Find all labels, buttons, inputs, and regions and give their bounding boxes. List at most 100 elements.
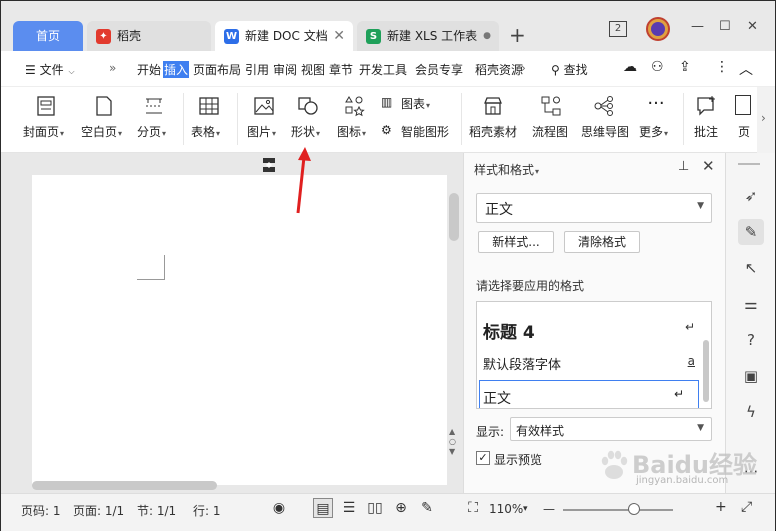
style-list-scrollbar[interactable]	[703, 340, 709, 402]
page-gap-toggle-icon[interactable]	[261, 157, 277, 173]
sliders-icon[interactable]: ⚌	[738, 291, 764, 317]
list-item-selected[interactable]: 正文 ↵	[479, 380, 699, 408]
close-window-icon[interactable]: ✕	[747, 19, 758, 34]
avatar[interactable]	[646, 17, 670, 41]
help-icon[interactable]: ?	[738, 327, 764, 353]
tab-daoke[interactable]: ✦ 稻壳	[87, 21, 211, 51]
list-item[interactable]: 默认段落字体	[483, 354, 561, 373]
zoom-out-icon[interactable]: —	[543, 502, 555, 516]
flowchart-icon	[541, 96, 561, 116]
zoom-slider-thumb[interactable]	[628, 503, 640, 515]
paragraph-mark-icon: ↵	[673, 387, 684, 401]
store-icon	[484, 97, 502, 115]
chevron-down-icon: ▼	[697, 423, 704, 433]
vertical-scrollbar[interactable]	[449, 193, 459, 241]
new-tab-button[interactable]: +	[509, 23, 526, 47]
status-page-code[interactable]: 页码: 1	[21, 502, 61, 519]
chevron-down-icon: ▼	[697, 201, 704, 211]
write-view-icon[interactable]: ✎	[417, 498, 437, 518]
menu-item-layout[interactable]: 页面布局	[193, 61, 241, 78]
comment-label: 批注	[694, 125, 719, 139]
blank-page-label: 空白页▾	[81, 125, 123, 139]
new-style-button[interactable]: 新样式...	[478, 231, 554, 253]
app-window: 首页 ✦ 稻壳 W 新建 DOC 文档 ✕ S 新建 XLS 工作表 ● + 2…	[0, 0, 776, 531]
tab-doc[interactable]: W 新建 DOC 文档 ✕	[215, 21, 353, 51]
file-menu-label: 文件	[39, 63, 64, 77]
menu-item-daoke-res[interactable]: 稻壳资源	[475, 61, 523, 78]
zoom-slider[interactable]	[563, 509, 673, 511]
user-add-icon[interactable]: ⚇	[651, 59, 664, 75]
tab-bar: 首页 ✦ 稻壳 W 新建 DOC 文档 ✕ S 新建 XLS 工作表 ● + 2…	[1, 1, 775, 51]
chevron-right-icon[interactable]: ›	[521, 61, 526, 75]
menu-item-insert[interactable]: 插入	[163, 61, 190, 78]
page-break-icon	[146, 98, 162, 114]
eye-icon[interactable]: ◉	[269, 498, 289, 518]
collapse-ribbon-icon[interactable]: ︿	[739, 59, 753, 79]
chevron-down-icon[interactable]: ▾	[523, 504, 528, 514]
chart-icon: ▥	[381, 95, 393, 109]
preview-checkbox[interactable]: ✓	[476, 451, 490, 465]
status-section[interactable]: 节: 1/1	[137, 502, 176, 519]
ribbon: 封面页▾ 空白页▾ 分页▾ 表格▾ 图片▾ 形状▾ 图标▾ ▥ 图表▾ ⚙ 智能…	[1, 87, 775, 153]
preview-label: 显示预览	[494, 453, 543, 467]
web-view-icon[interactable]: ⊕	[391, 498, 411, 518]
menu-item-view[interactable]: 视图	[301, 61, 325, 78]
pin-icon[interactable]: ⊥	[678, 159, 689, 174]
cloud-sync-icon[interactable]: ☁	[623, 59, 637, 75]
double-chevron-icon[interactable]: »	[109, 61, 116, 75]
zoom-in-icon[interactable]: +	[715, 499, 727, 515]
cursor-icon[interactable]: ↖	[738, 255, 764, 281]
search-label: 查找	[563, 63, 588, 77]
list-item[interactable]: 标题 4	[483, 318, 535, 343]
page-view-icon[interactable]: ▤	[313, 498, 333, 518]
menu-item-start[interactable]: 开始	[137, 61, 161, 78]
ribbon-scroll[interactable]: ›	[757, 87, 775, 153]
status-row[interactable]: 行: 1	[193, 502, 221, 519]
writer-logo-icon: W	[224, 29, 239, 44]
image-tool-icon[interactable]: ▣	[738, 363, 764, 389]
menu-item-chapter[interactable]: 章节	[329, 61, 353, 78]
icons-grid-icon	[345, 96, 365, 117]
panel-title[interactable]: 样式和格式▾	[474, 161, 539, 178]
document-page[interactable]	[32, 175, 447, 485]
lightning-icon[interactable]: ϟ	[738, 399, 764, 425]
scroll-page-arrows-icon[interactable]: ▲ ○ ▼	[449, 427, 456, 457]
tab-home[interactable]: 首页	[13, 21, 83, 51]
horizontal-scrollbar[interactable]	[32, 481, 217, 490]
style-list[interactable]: 标题 4 ↵ 默认段落字体 a 正文 ↵	[476, 301, 712, 409]
outline-view-icon[interactable]: ☰	[339, 498, 359, 518]
share-icon[interactable]: ⇪	[679, 59, 691, 75]
rocket-icon[interactable]: ➶	[738, 183, 764, 209]
window-count-badge[interactable]: 2	[609, 21, 627, 37]
fullscreen-icon[interactable]: ⤢	[741, 499, 752, 515]
clear-format-button[interactable]: 清除格式	[564, 231, 640, 253]
hamburger-icon: ☰	[25, 63, 36, 77]
close-tab-icon[interactable]: ✕	[333, 21, 345, 51]
smartart-button[interactable]: ⚙ 智能图形	[381, 121, 455, 141]
file-menu[interactable]: ☰ 文件 ⌵	[25, 61, 75, 78]
more-vertical-icon[interactable]: ⋮	[715, 59, 729, 75]
fit-page-icon[interactable]: ⛶	[463, 498, 483, 518]
status-page[interactable]: 页面: 1/1	[73, 502, 124, 519]
tab-daoke-label: 稻壳	[117, 29, 142, 43]
current-style-select[interactable]: 正文 ▼	[476, 193, 712, 223]
pen-icon[interactable]: ✎	[738, 219, 764, 245]
daoke-material-label: 稻壳素材	[469, 125, 518, 139]
more-label: 更多▾	[639, 125, 669, 139]
close-panel-icon[interactable]: ✕	[702, 157, 715, 175]
menu-item-devtools[interactable]: 开发工具	[359, 61, 407, 78]
choose-format-label: 请选择要应用的格式	[476, 279, 585, 293]
minimize-icon[interactable]: —	[691, 19, 704, 34]
menu-item-reference[interactable]: 引用	[245, 61, 269, 78]
show-filter-select[interactable]: 有效样式 ▼	[510, 417, 712, 441]
chart-button[interactable]: ▥ 图表▾	[381, 93, 443, 113]
menu-item-vip[interactable]: 会员专享	[415, 61, 463, 78]
tab-xls[interactable]: S 新建 XLS 工作表 ●	[357, 21, 499, 51]
menu-item-review[interactable]: 审阅	[273, 61, 297, 78]
search-button[interactable]: ⚲ 查找	[551, 61, 588, 78]
reading-view-icon[interactable]: ▯▯	[365, 498, 385, 518]
zoom-level[interactable]: 110%	[489, 502, 523, 516]
mindmap-label: 思维导图	[581, 125, 630, 139]
maximize-icon[interactable]: ☐	[719, 19, 731, 34]
document-area[interactable]: ▲ ○ ▼	[1, 153, 463, 493]
